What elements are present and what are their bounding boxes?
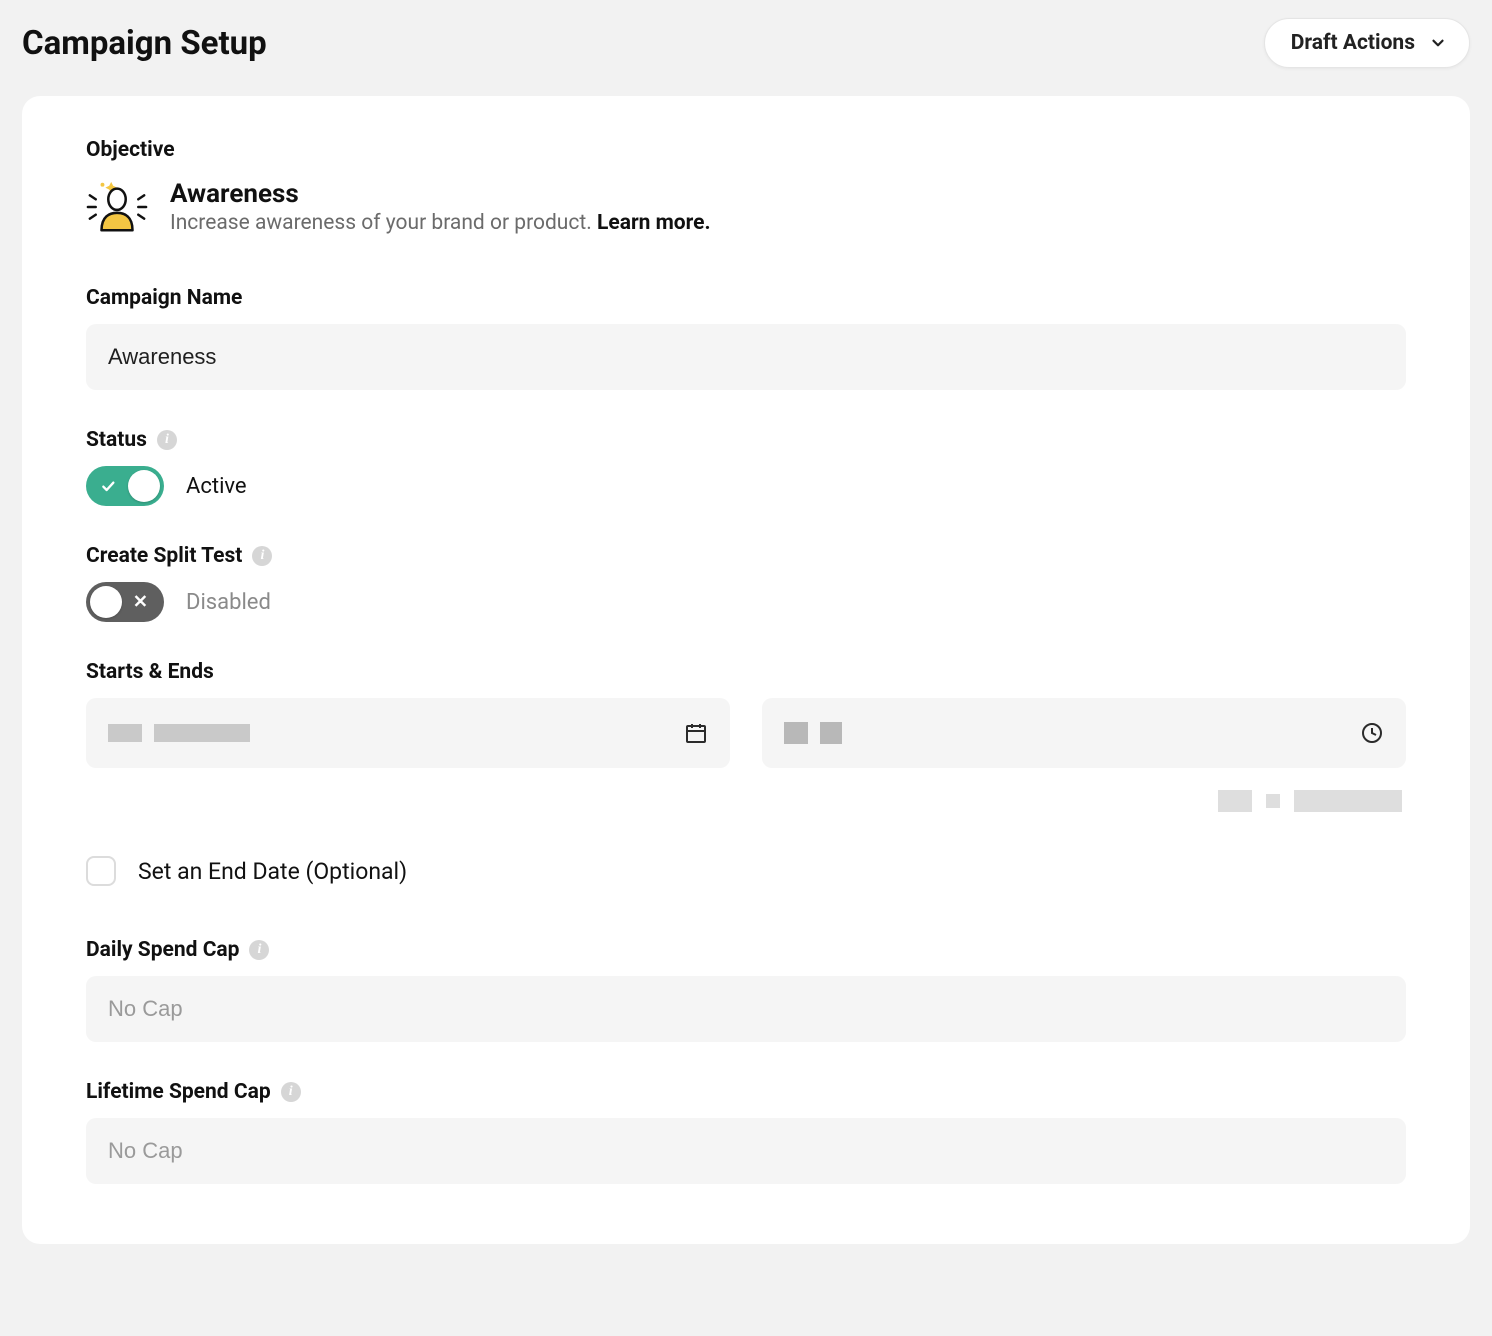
lifetime-spend-cap-label: Lifetime Spend Cap xyxy=(86,1080,271,1104)
info-icon[interactable]: i xyxy=(252,546,272,566)
status-state-label: Active xyxy=(186,474,247,499)
check-icon xyxy=(100,478,116,494)
info-icon[interactable]: i xyxy=(249,940,269,960)
info-icon[interactable]: i xyxy=(157,430,177,450)
end-date-checkbox[interactable] xyxy=(86,856,116,886)
status-label: Status xyxy=(86,428,147,452)
split-test-toggle[interactable]: ✕ xyxy=(86,582,164,622)
awareness-icon xyxy=(86,176,148,238)
end-date-checkbox-label: Set an End Date (Optional) xyxy=(138,858,407,885)
start-date-value xyxy=(108,724,250,742)
campaign-setup-card: Objective Awareness Increas xyxy=(22,96,1470,1244)
chevron-down-icon xyxy=(1429,34,1447,52)
start-time-field[interactable] xyxy=(762,698,1406,768)
start-time-value xyxy=(784,722,842,744)
draft-actions-button[interactable]: Draft Actions xyxy=(1264,18,1470,68)
lifetime-spend-cap-input[interactable] xyxy=(86,1118,1406,1184)
clock-icon xyxy=(1360,721,1384,745)
split-test-state-label: Disabled xyxy=(186,590,271,615)
timezone-hint xyxy=(86,790,1406,812)
daily-spend-cap-input[interactable] xyxy=(86,976,1406,1042)
campaign-name-input[interactable] xyxy=(86,324,1406,390)
objective-description-text: Increase awareness of your brand or prod… xyxy=(170,211,597,235)
objective-label: Objective xyxy=(86,138,1406,162)
campaign-name-label: Campaign Name xyxy=(86,286,1406,310)
objective-description: Increase awareness of your brand or prod… xyxy=(170,211,711,235)
objective-title: Awareness xyxy=(170,179,711,209)
learn-more-link[interactable]: Learn more. xyxy=(597,211,711,235)
x-icon: ✕ xyxy=(133,592,148,613)
start-date-field[interactable] xyxy=(86,698,730,768)
daily-spend-cap-label: Daily Spend Cap xyxy=(86,938,239,962)
calendar-icon xyxy=(684,721,708,745)
split-test-label: Create Split Test xyxy=(86,544,242,568)
schedule-label: Starts & Ends xyxy=(86,660,1406,684)
info-icon[interactable]: i xyxy=(281,1082,301,1102)
status-toggle[interactable] xyxy=(86,466,164,506)
draft-actions-label: Draft Actions xyxy=(1291,31,1415,55)
page-title: Campaign Setup xyxy=(22,24,267,63)
